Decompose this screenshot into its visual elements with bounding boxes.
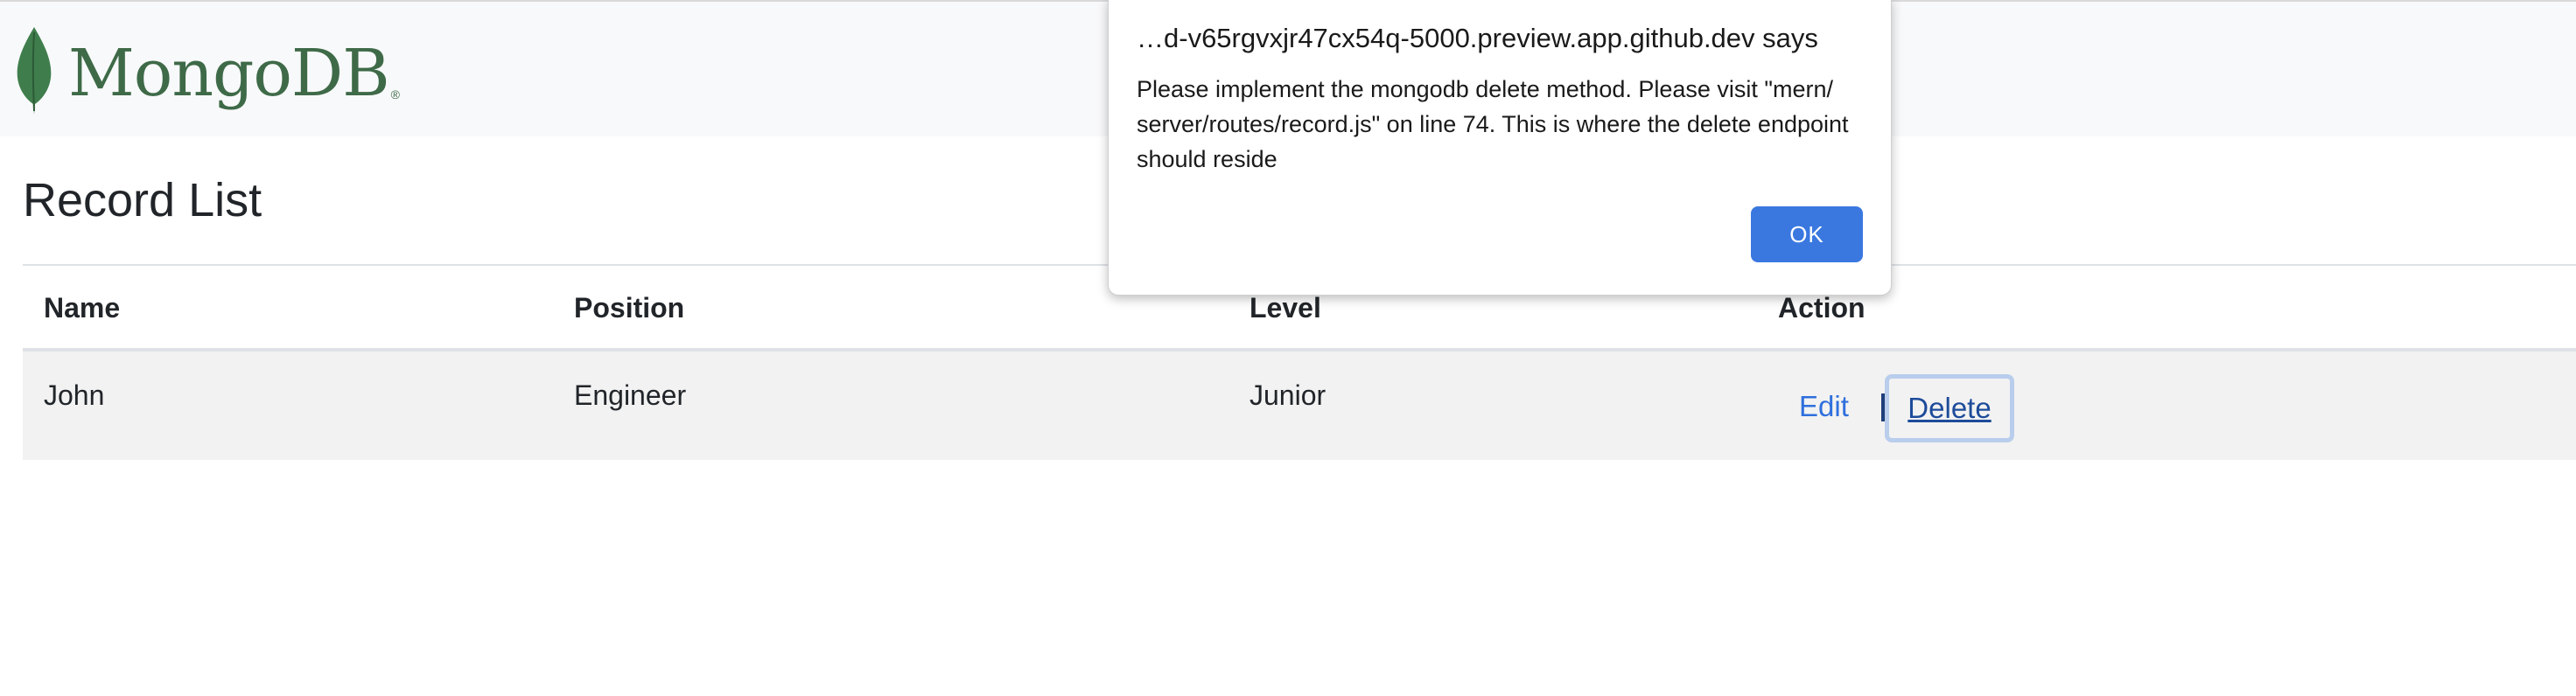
app-page: MongoDB ® Record List Name Position Leve… [0,0,2576,696]
header-action: Action [1778,292,1866,324]
cell-name: John [44,379,105,411]
delete-button[interactable]: Delete [1885,374,2014,442]
edit-link[interactable]: Edit [1799,390,1849,423]
header-position: Position [574,292,685,324]
mongodb-leaf-icon [17,27,52,115]
brand-link[interactable]: MongoDB ® [14,23,400,119]
dialog-title: …d-v65rgvxjr47cx54q-5000.preview.app.git… [1137,23,1818,53]
alert-dialog: …d-v65rgvxjr47cx54q-5000.preview.app.git… [1108,0,1892,296]
brand-name: MongoDB [68,36,390,111]
page-title: Record List [23,174,262,226]
cell-position: Engineer [574,379,687,411]
dialog-message: Please implement the mongodb delete meth… [1137,76,1849,172]
table-row: John Engineer Junior Edit Delete [23,351,2576,460]
delete-button-label: Delete [1908,392,1992,424]
registered-mark: ® [390,87,400,101]
header-name: Name [44,292,121,324]
header-level: Level [1250,292,1321,324]
cell-level: Junior [1250,379,1326,411]
ok-button[interactable]: OK [1751,206,1863,262]
